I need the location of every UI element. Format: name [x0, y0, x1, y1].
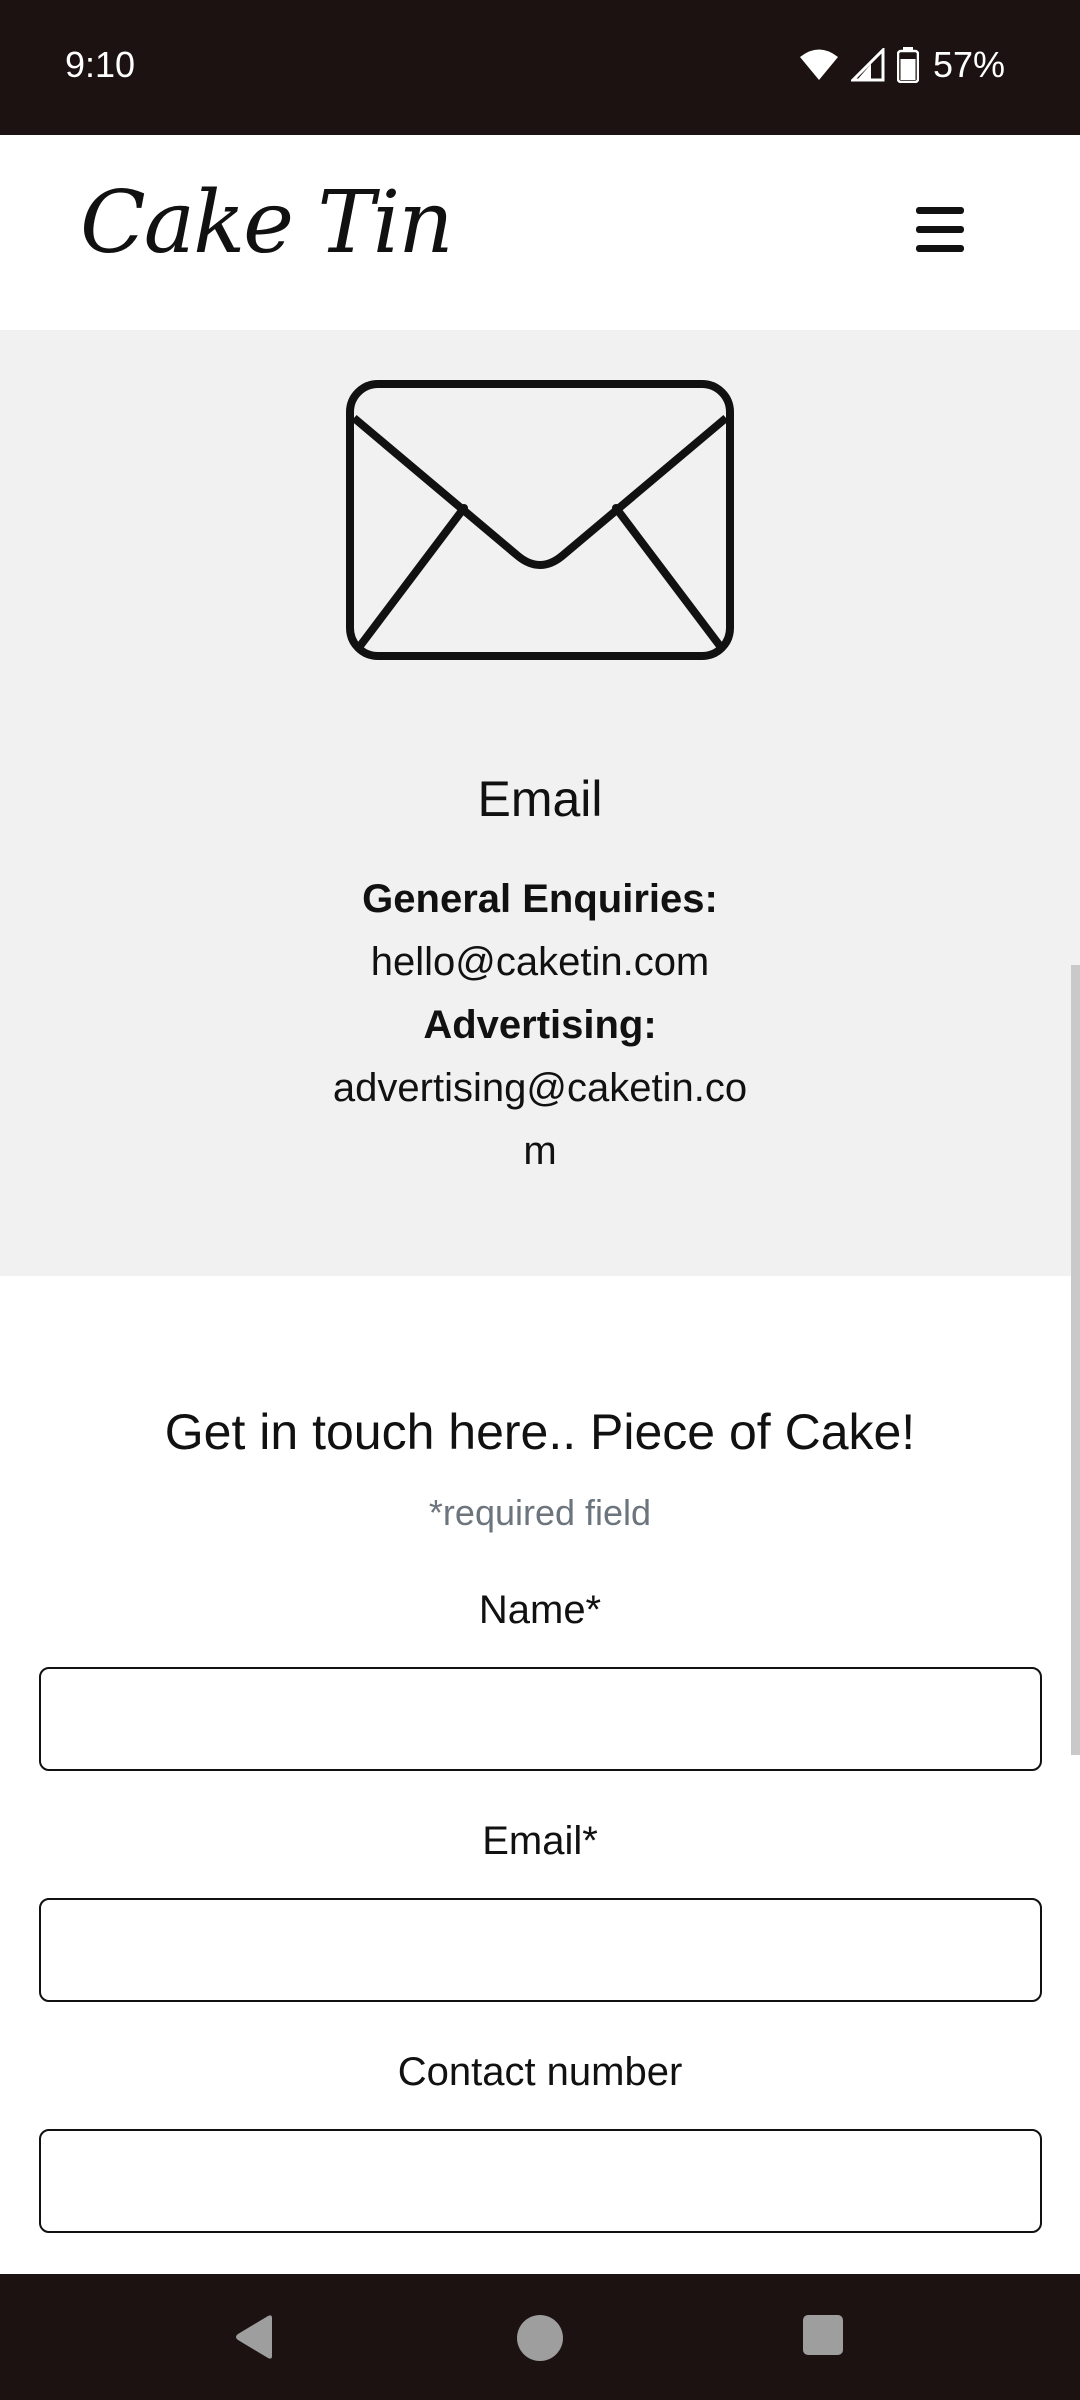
status-time: 9:10 [65, 44, 136, 85]
status-bar: 9:10 57% [0, 0, 1080, 135]
required-field-note: *required field [428, 1492, 652, 1533]
signal-icon [850, 48, 885, 82]
recents-icon[interactable] [802, 2314, 844, 2356]
email-details: General Enquiries: hello@caketin.com Adv… [0, 868, 1080, 1183]
battery-percentage: 57% [932, 44, 1005, 85]
page-scrollbar[interactable] [1071, 965, 1080, 1755]
contact-number-field[interactable] [39, 2129, 1042, 2233]
contact-form-title: Get in touch here.. Piece of Cake! [164, 1404, 916, 1460]
site-logo[interactable]: Cake Tin [80, 173, 454, 273]
navigation-bar [0, 2274, 1080, 2400]
email-section: Email General Enquiries: hello@caketin.c… [0, 330, 1080, 1276]
email-label: Email* [482, 1819, 598, 1863]
wifi-icon [799, 49, 838, 80]
battery-icon [896, 47, 919, 83]
general-enquiries-label: General Enquiries: [362, 877, 718, 921]
envelope-icon [346, 380, 734, 660]
site-header: Cake Tin [0, 135, 1080, 330]
name-field[interactable] [39, 1667, 1042, 1771]
home-icon[interactable] [516, 2314, 564, 2362]
advertising-email-link[interactable]: advertising@caketin.com [330, 1057, 750, 1183]
contact-number-label: Contact number [397, 2050, 683, 2094]
email-heading: Email [477, 771, 603, 827]
back-icon[interactable] [234, 2314, 276, 2360]
hamburger-menu-icon[interactable] [916, 207, 972, 255]
advertising-label: Advertising: [423, 1003, 657, 1047]
status-icons: 57% [799, 44, 1005, 86]
email-field[interactable] [39, 1898, 1042, 2002]
general-enquiries-email-link[interactable]: hello@caketin.com [0, 931, 1080, 994]
name-label: Name* [478, 1588, 602, 1632]
